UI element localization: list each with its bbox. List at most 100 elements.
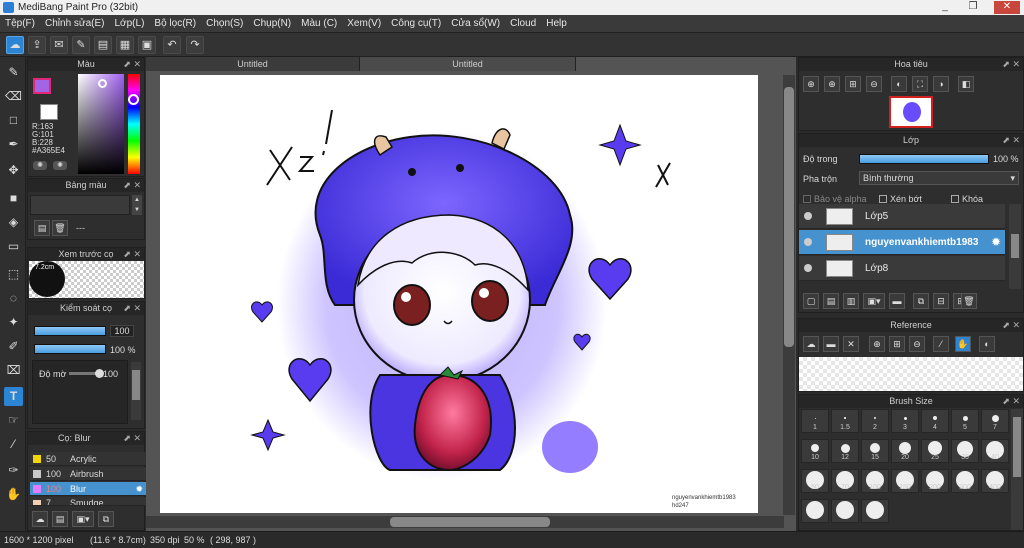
brush-size-slider[interactable] — [34, 326, 106, 336]
eraser-icon[interactable]: ⌫ — [4, 87, 23, 106]
brush-size-cell[interactable]: 20 — [891, 439, 919, 463]
eyedropper-icon[interactable]: ⁄ — [4, 435, 23, 454]
canvas-vertical-scrollbar[interactable] — [783, 75, 795, 515]
menu-capture[interactable]: Chụp(N) — [248, 15, 296, 33]
lasso-icon[interactable]: ◌ — [4, 289, 23, 308]
add-palette-icon[interactable]: ▤ — [34, 220, 50, 236]
brush-size-cell[interactable]: 5 — [951, 409, 979, 433]
brush-size-cell[interactable]: 400 — [981, 469, 1009, 493]
hue-cursor[interactable] — [128, 94, 139, 105]
panel-controls-icon[interactable]: ⬈ ✕ — [1002, 319, 1020, 332]
select-eraser-icon[interactable]: ⌧ — [4, 361, 23, 380]
add-brush-icon[interactable]: ☁ — [32, 511, 48, 527]
fill-rect-icon[interactable]: ■ — [4, 189, 23, 208]
navigator-thumbnail[interactable] — [889, 96, 933, 128]
brush-size-cell[interactable]: 3 — [891, 409, 919, 433]
zoom-in-icon[interactable]: ⊕ — [803, 76, 819, 92]
brush-size-cell[interactable]: 70 — [831, 469, 859, 493]
maximize-button[interactable]: ❐ — [962, 1, 984, 14]
delete-layer-icon[interactable]: 🗑 — [961, 293, 977, 309]
share-icon[interactable]: ⇪ — [28, 36, 46, 54]
menu-file[interactable]: Tệp(F) — [0, 15, 40, 33]
eye-icon[interactable] — [804, 212, 812, 220]
duplicate-layer-icon[interactable]: ⧉ — [913, 293, 929, 309]
rotate-icon[interactable]: ◐ — [891, 76, 907, 92]
palette-scroll[interactable]: ▲ ▼ — [132, 195, 142, 215]
bucket-icon[interactable]: ◈ — [4, 213, 23, 232]
zoom-out-icon[interactable]: ⊖ — [866, 76, 882, 92]
close-icon[interactable]: ✕ — [843, 336, 859, 352]
gear-icon[interactable]: ✹ — [135, 482, 143, 496]
menu-color[interactable]: Màu (C) — [296, 15, 342, 33]
fit-window-icon[interactable]: ⛶ — [912, 76, 928, 92]
brush-item-acrylic[interactable]: 50 Acrylic — [30, 452, 146, 466]
brush-size-cell[interactable]: 100 — [861, 469, 889, 493]
cloud-icon[interactable]: ☁ — [803, 336, 819, 352]
cloud-icon[interactable]: ☁ — [6, 36, 24, 54]
panel-controls-icon[interactable]: ⬈ ✕ — [123, 179, 141, 192]
brush-size-cell[interactable]: 200 — [921, 469, 949, 493]
panel-controls-icon[interactable]: ⬈ ✕ — [1002, 58, 1020, 71]
brush-size-cell[interactable]: 1.5 — [831, 409, 859, 433]
canvas-horizontal-scrollbar[interactable] — [146, 516, 784, 528]
panel-controls-icon[interactable]: ⬈ ✕ — [1002, 395, 1020, 408]
eyedropper-icon[interactable]: ⁄ — [933, 336, 949, 352]
select-rect-icon[interactable]: ⬚ — [4, 265, 23, 284]
open-folder-icon[interactable]: ▬ — [823, 336, 839, 352]
new-layer-icon[interactable]: ▢ — [803, 293, 819, 309]
menu-edit[interactable]: Chỉnh sửa(E) — [40, 15, 110, 33]
add-layer-menu-icon[interactable]: ▣▾ — [863, 293, 885, 309]
brush-blur-slider[interactable] — [69, 369, 104, 378]
brush-size-cell[interactable]: 7 — [981, 409, 1009, 433]
rotate-icon[interactable]: ◐ — [979, 336, 995, 352]
merge-layer-icon[interactable]: ⊟ — [933, 293, 949, 309]
scroll-thumb[interactable] — [390, 517, 550, 527]
reset-rotate-icon[interactable]: ◑ — [933, 76, 949, 92]
menu-tools[interactable]: Công cụ(T) — [386, 15, 446, 33]
brush-size-cell[interactable]: 10 — [801, 439, 829, 463]
panel-controls-icon[interactable]: ⬈ ✕ — [123, 58, 141, 71]
delete-palette-icon[interactable]: 🗑 — [52, 220, 68, 236]
menu-select[interactable]: Chọn(S) — [201, 15, 248, 33]
panel-controls-icon[interactable]: ⬈ ✕ — [1002, 134, 1020, 147]
brush-control-scroll[interactable] — [131, 362, 141, 420]
menu-layer[interactable]: Lớp(L) — [110, 15, 150, 33]
scroll-thumb[interactable] — [132, 370, 140, 400]
menu-filter[interactable]: Bộ lọc(R) — [149, 15, 201, 33]
comment-icon[interactable]: ✉ — [50, 36, 68, 54]
panel-controls-icon[interactable]: ⬈ ✕ — [123, 432, 141, 445]
hand-select-icon[interactable]: ☞ — [4, 411, 23, 430]
close-button[interactable]: ✕ — [994, 1, 1020, 14]
zoom-in-icon[interactable]: ⊕ — [869, 336, 885, 352]
menu-cloud[interactable]: Cloud — [505, 15, 541, 33]
menu-help[interactable]: Help — [541, 15, 572, 33]
color-picker-cursor[interactable] — [98, 79, 107, 88]
brush-size-cell[interactable] — [831, 499, 859, 523]
brush-size-cell[interactable]: 12 — [831, 439, 859, 463]
move-icon[interactable]: ✥ — [4, 161, 23, 180]
menu-view[interactable]: Xem(V) — [342, 15, 386, 33]
new-layer-8bit-icon[interactable]: ▤ — [823, 293, 839, 309]
layer-scrollbar[interactable] — [1009, 204, 1021, 289]
grid-icon[interactable]: ▦ — [116, 36, 134, 54]
brush-size-cell[interactable]: 15 — [861, 439, 889, 463]
brush-size-cell[interactable]: 2 — [861, 409, 889, 433]
protect-alpha-checkbox[interactable]: Bảo vệ alpha — [803, 194, 867, 204]
brush-item-smudge[interactable]: 7 Smudge — [30, 497, 146, 506]
brush-menu-icon[interactable]: ▣▾ — [72, 511, 94, 527]
brush-size-value[interactable]: 100 — [110, 325, 134, 337]
eye-icon[interactable] — [804, 264, 812, 272]
layer-opacity-slider[interactable] — [859, 154, 989, 164]
scroll-thumb[interactable] — [1011, 234, 1019, 258]
eye-icon[interactable] — [804, 238, 812, 246]
tab-untitled-1[interactable]: Untitled — [146, 57, 360, 71]
brush-item-airbrush[interactable]: 100 Airbrush — [30, 467, 146, 481]
brush-size-cell[interactable]: 40 — [981, 439, 1009, 463]
brush-size-cell[interactable]: 50 — [801, 469, 829, 493]
redo-icon[interactable]: ↷ — [186, 36, 204, 54]
brush-size-scrollbar[interactable] — [1011, 409, 1023, 530]
scroll-thumb[interactable] — [784, 87, 794, 347]
minimize-button[interactable]: _ — [934, 1, 956, 14]
drawing-canvas[interactable]: nguyenvankhiemtb1983 hd247 — [160, 75, 758, 513]
panel-controls-icon[interactable]: ⬈ ✕ — [123, 302, 141, 315]
